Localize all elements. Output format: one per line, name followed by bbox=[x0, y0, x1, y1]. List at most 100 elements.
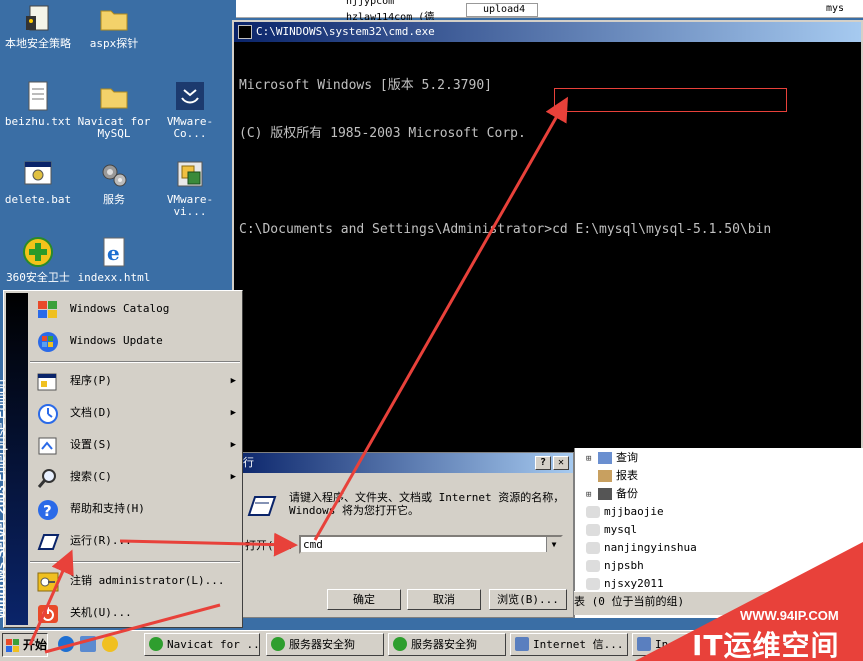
open-input-value[interactable]: cmd bbox=[303, 538, 323, 551]
watermark-name: IT运维空间 bbox=[692, 629, 840, 661]
expand-icon[interactable]: ⊞ bbox=[586, 452, 598, 466]
run-titlebar[interactable]: 行 ? ✕ bbox=[233, 453, 573, 473]
menu-item-label: 设置(S) bbox=[70, 438, 112, 451]
menu-item-label: 帮助和支持(H) bbox=[70, 502, 145, 515]
desktop-icon-navicat[interactable]: Navicat for MySQL bbox=[76, 80, 152, 140]
desktop-icon-label: indexx.html bbox=[77, 271, 151, 284]
tree-item-label: 备份 bbox=[616, 487, 638, 500]
start-button[interactable]: 开始 bbox=[2, 633, 48, 657]
database-icon bbox=[586, 506, 600, 518]
run-title: 行 bbox=[243, 456, 254, 469]
tree-item-label: mysql bbox=[604, 523, 638, 536]
submenu-arrow-icon: ▶ bbox=[230, 472, 236, 482]
task-iis[interactable]: Internet 信... bbox=[510, 633, 628, 656]
start-menu[interactable]: Windows Server 2003 Enterprise Edition W… bbox=[0, 290, 243, 629]
desktop-icon-vmware-vi[interactable]: VMware-vi... bbox=[152, 158, 228, 218]
menu-item-label: 程序(P) bbox=[70, 374, 112, 387]
360-quicklaunch-icon[interactable] bbox=[102, 636, 118, 652]
strip-item[interactable]: mys bbox=[826, 3, 844, 14]
background-windows-strip: njjypcom hzlaw114com (德 upload4 mys bbox=[236, 0, 863, 23]
watermark-url: WWW.94IP.COM bbox=[740, 608, 839, 623]
menu-item-help[interactable]: ? 帮助和支持(H) bbox=[30, 493, 242, 525]
menu-item-windows-update[interactable]: Windows Update bbox=[30, 325, 242, 357]
backup-icon bbox=[598, 488, 612, 500]
tree-item-db[interactable]: mysql bbox=[586, 523, 637, 537]
menu-item-windows-catalog[interactable]: Windows Catalog bbox=[30, 293, 242, 325]
submenu-arrow-icon: ▶ bbox=[230, 376, 236, 386]
browse-button[interactable]: 浏览(B)... bbox=[489, 589, 567, 610]
run-dialog[interactable]: 行 ? ✕ 请键入程序、文件夹、文档或 Internet 资源的名称，Windo… bbox=[232, 452, 574, 618]
run-icon bbox=[245, 495, 277, 522]
menu-item-programs[interactable]: 程序(P) ▶ bbox=[30, 365, 242, 397]
menu-item-shutdown[interactable]: 关机(U)... bbox=[30, 597, 242, 629]
strip-item[interactable]: njjypcom bbox=[346, 0, 394, 7]
task-safedog[interactable]: 服务器安全狗 bbox=[388, 633, 506, 656]
desktop-icon-delete-bat[interactable]: delete.bat bbox=[0, 158, 76, 206]
desktop-icon-360[interactable]: 360安全卫士 bbox=[0, 236, 76, 284]
menu-separator bbox=[30, 561, 240, 563]
iis-icon bbox=[515, 637, 529, 651]
task-label: 服务器安全狗 bbox=[289, 638, 355, 651]
desktop-icon-label: delete.bat bbox=[4, 193, 72, 206]
menu-item-label: Windows Catalog bbox=[70, 302, 170, 315]
help-button[interactable]: ? bbox=[535, 456, 551, 470]
menu-item-label: 注销 administrator(L)... bbox=[70, 574, 225, 587]
close-button[interactable]: ✕ bbox=[553, 456, 569, 470]
task-safedog[interactable]: 服务器安全狗 bbox=[266, 633, 384, 656]
open-label: 打开(O): bbox=[245, 539, 294, 552]
vmware-icon bbox=[174, 80, 206, 112]
cmd-window[interactable]: C:\WINDOWS\system32\cmd.exe Microsoft Wi… bbox=[232, 20, 863, 465]
tree-item-query[interactable]: ⊞ 查询 bbox=[586, 451, 638, 466]
expand-icon[interactable]: ⊞ bbox=[586, 488, 598, 502]
menu-item-label: 文档(D) bbox=[70, 406, 112, 419]
task-label: Internet 信... bbox=[533, 638, 624, 651]
menu-item-logoff[interactable]: 注销 administrator(L)... bbox=[30, 565, 242, 597]
menu-item-label: Windows Update bbox=[70, 334, 163, 347]
desktop-icon-label: VMware-Co... bbox=[166, 115, 214, 140]
tree-item-label: 查询 bbox=[616, 451, 638, 464]
strip-item[interactable]: upload4 bbox=[466, 3, 539, 17]
tree-item-db[interactable]: mjjbaojie bbox=[586, 505, 664, 519]
tree-item-backup[interactable]: ⊞ 备份 bbox=[586, 487, 638, 502]
task-label: 服务器安全狗 bbox=[411, 638, 477, 651]
menu-item-documents[interactable]: 文档(D) ▶ bbox=[30, 397, 242, 429]
run-description: 请键入程序、文件夹、文档或 Internet 资源的名称，Windows 将为您… bbox=[289, 491, 565, 517]
desktop-icon-services[interactable]: 服务 bbox=[76, 158, 152, 206]
ok-button[interactable]: 确定 bbox=[327, 589, 401, 610]
vmware-installer-icon bbox=[174, 158, 206, 190]
windows-logo-icon bbox=[6, 638, 20, 660]
tree-item-report[interactable]: 报表 bbox=[586, 469, 638, 483]
menu-item-settings[interactable]: 设置(S) ▶ bbox=[30, 429, 242, 461]
cancel-button[interactable]: 取消 bbox=[407, 589, 481, 610]
cmd-console[interactable]: Microsoft Windows [版本 5.2.3790] (C) 版权所有… bbox=[234, 42, 861, 274]
task-navicat[interactable]: Navicat for ... bbox=[144, 633, 260, 656]
settings-icon bbox=[36, 435, 60, 457]
desktop-icon-label: 本地安全策略 bbox=[5, 37, 71, 50]
cmd-icon bbox=[238, 25, 252, 39]
desktop-icon-security-policy[interactable]: 本地安全策略 bbox=[0, 2, 76, 50]
security-policy-icon bbox=[22, 2, 54, 34]
console-line: (C) 版权所有 1985-2003 Microsoft Corp. bbox=[239, 126, 526, 141]
desktop-icon-beizhu[interactable]: beizhu.txt bbox=[0, 80, 76, 128]
desktop-icon-label: 360安全卫士 bbox=[6, 271, 70, 284]
desktop-icon-indexx[interactable]: e indexx.html bbox=[76, 236, 152, 284]
help-icon: ? bbox=[36, 499, 60, 521]
database-icon bbox=[586, 542, 600, 554]
text-file-icon bbox=[22, 80, 54, 112]
desktop-icon-vmware-co[interactable]: VMware-Co... bbox=[152, 80, 228, 140]
menu-item-search[interactable]: 搜索(C) ▶ bbox=[30, 461, 242, 493]
submenu-arrow-icon: ▶ bbox=[230, 408, 236, 418]
menu-item-run[interactable]: 运行(R)... bbox=[30, 525, 242, 557]
ie-quicklaunch-icon[interactable] bbox=[58, 636, 74, 652]
open-combobox[interactable]: cmd ▼ bbox=[299, 535, 563, 554]
svg-text:e: e bbox=[107, 241, 120, 265]
cmd-titlebar[interactable]: C:\WINDOWS\system32\cmd.exe bbox=[234, 22, 861, 42]
dropdown-arrow-icon[interactable]: ▼ bbox=[546, 537, 561, 552]
database-icon bbox=[586, 578, 600, 590]
search-icon bbox=[36, 467, 60, 489]
desktop-icon-aspx[interactable]: aspx探针 bbox=[76, 2, 152, 50]
submenu-arrow-icon: ▶ bbox=[230, 440, 236, 450]
svg-text:?: ? bbox=[43, 502, 52, 520]
run-icon bbox=[36, 531, 60, 553]
desktop-quicklaunch-icon[interactable] bbox=[80, 636, 96, 652]
